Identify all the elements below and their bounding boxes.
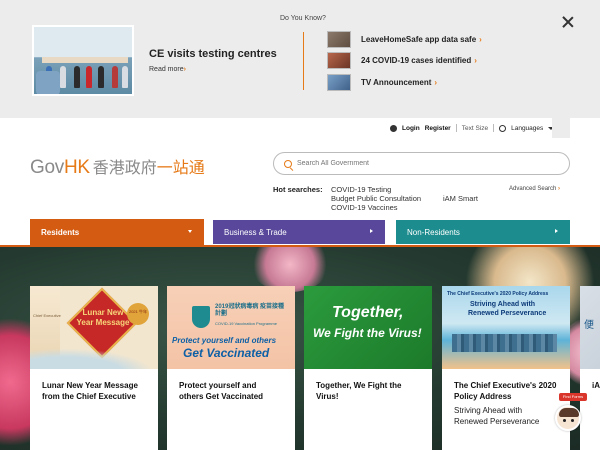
chevron-right-icon: ›: [434, 77, 438, 87]
card-title: Lunar New Year Message from the Chief Ex…: [42, 381, 138, 401]
chevron-right-icon: [370, 229, 373, 233]
news-thumbnail: [327, 30, 351, 48]
page: Do You Know? CE visits testing centres R…: [0, 0, 600, 450]
divider: [493, 124, 495, 132]
chevron-right-icon: [555, 229, 558, 233]
logo-hk: HK: [63, 157, 90, 178]
logo-gov: Gov: [30, 157, 64, 178]
tab-residents[interactable]: Residents: [30, 219, 204, 246]
shield-icon: [192, 306, 210, 328]
news-label: TV Announcement: [361, 77, 432, 87]
tab-label: Business & Trade: [224, 227, 287, 237]
card-art-line2: We Fight the Virus!: [313, 326, 422, 340]
logo-chinese-accent: 一站通: [156, 160, 205, 177]
card-art-line2: Get Vaccinated: [183, 346, 270, 360]
card-image: The Chief Executive's 2020 Policy Addres…: [442, 286, 570, 369]
carousel-card-fight-virus[interactable]: Together, We Fight the Virus! Together, …: [304, 286, 432, 450]
card-art-line1: Protect yourself and others: [172, 336, 277, 345]
divider: [303, 32, 304, 90]
register-link[interactable]: Register: [425, 125, 451, 132]
logo-chinese: 香港政府: [92, 160, 157, 177]
badge-text: 2021 牛年: [127, 303, 149, 325]
search-input[interactable]: [297, 160, 557, 167]
card-art-top: The Chief Executive's 2020 Policy Addres…: [447, 291, 549, 297]
diamond-text: Lunar New Year Message: [76, 308, 130, 327]
read-more-link[interactable]: Read more›: [149, 66, 186, 73]
hot-search-link[interactable]: Budget Public Consultation: [331, 194, 421, 203]
news-item-tv-announcement[interactable]: TV Announcement ›: [327, 73, 437, 91]
card-art-line2: Renewed Perseverance: [468, 310, 547, 317]
card-small-text: Chief Executive: [33, 313, 61, 318]
advanced-search-label: Advanced Search: [509, 186, 557, 192]
skyline: [452, 334, 557, 352]
card-art-line1: Together,: [332, 304, 404, 321]
find-forms-button[interactable]: Find Forms: [549, 393, 587, 439]
feature-image[interactable]: [32, 25, 134, 96]
card-image: Lunar New Year Message 2021 牛年 Chief Exe…: [30, 286, 158, 369]
chevron-right-icon: ›: [474, 55, 477, 65]
notice-banner: Do You Know? CE visits testing centres R…: [0, 0, 600, 118]
divider: [455, 124, 457, 132]
carousel-card-vaccination[interactable]: 2019冠狀病毒病 疫苗接種計劃 COVID-19 Vaccination Pr…: [167, 286, 295, 450]
card-title: iA: [592, 381, 600, 390]
card-art-chinese: 2019冠狀病毒病 疫苗接種計劃: [215, 304, 285, 317]
hot-search-link[interactable]: COVID-19 Testing: [331, 185, 391, 194]
hot-search-link[interactable]: iAM Smart: [443, 194, 478, 203]
carousel-card-lunar-new-year[interactable]: Lunar New Year Message 2021 牛年 Chief Exe…: [30, 286, 158, 450]
chevron-right-icon: ›: [183, 66, 186, 73]
card-art-line1: Striving Ahead with: [470, 301, 536, 308]
tab-label: Residents: [41, 228, 80, 237]
advanced-search-link[interactable]: Advanced Search ›: [509, 186, 560, 192]
card-image: Together, We Fight the Virus!: [304, 286, 432, 369]
read-more-label: Read more: [149, 66, 184, 73]
tab-non-residents[interactable]: Non-Residents: [396, 220, 570, 244]
hot-search-link[interactable]: COVID-19 Vaccines: [331, 203, 398, 212]
chevron-down-icon: [188, 230, 192, 233]
tab-business-trade[interactable]: Business & Trade: [213, 220, 385, 244]
news-item-leavehomesafe[interactable]: LeaveHomeSafe app data safe ›: [327, 30, 482, 48]
card-art-chinese: 便: [584, 320, 594, 331]
languages-dropdown[interactable]: Languages: [511, 125, 543, 132]
card-image: 2019冠狀病毒病 疫苗接種計劃 COVID-19 Vaccination Pr…: [167, 286, 295, 369]
card-image: 便: [580, 286, 600, 369]
chevron-right-icon: ›: [479, 34, 482, 44]
feature-title[interactable]: CE visits testing centres: [149, 48, 277, 60]
news-label: 24 COVID-19 cases identified: [361, 55, 472, 65]
news-thumbnail: [327, 51, 351, 69]
text-size-link[interactable]: Text Size: [462, 125, 488, 132]
close-icon[interactable]: [560, 14, 576, 30]
news-label: LeaveHomeSafe app data safe: [361, 34, 477, 44]
search-box[interactable]: [273, 152, 570, 175]
news-thumbnail: [327, 73, 351, 91]
search-icon: [284, 159, 292, 168]
card-art-english: COVID-19 Vaccination Programme: [215, 321, 277, 326]
tab-label: Non-Residents: [407, 227, 460, 237]
scroll-tab: [552, 118, 570, 138]
news-item-covid-cases[interactable]: 24 COVID-19 cases identified ›: [327, 51, 477, 69]
chevron-right-icon: ›: [558, 186, 561, 192]
mascot-icon: [555, 405, 581, 431]
cloud-decoration: [30, 344, 158, 369]
login-link[interactable]: Login: [402, 125, 420, 132]
utility-bar: Login Register Text Size Languages: [390, 124, 555, 132]
did-you-know-label: Do You Know?: [280, 15, 326, 22]
hero-carousel: Lunar New Year Message 2021 牛年 Chief Exe…: [0, 247, 600, 450]
hot-searches-label: Hot searches:: [273, 185, 323, 194]
govhk-logo[interactable]: Gov HK 香港政府 一站通: [30, 154, 205, 179]
globe-icon: [499, 124, 507, 132]
card-title: Together, We Fight the Virus!: [316, 381, 402, 401]
card-title: Protect yourself and others Get Vaccinat…: [179, 381, 264, 401]
find-forms-label: Find Forms: [559, 393, 587, 401]
user-icon: [390, 124, 397, 132]
